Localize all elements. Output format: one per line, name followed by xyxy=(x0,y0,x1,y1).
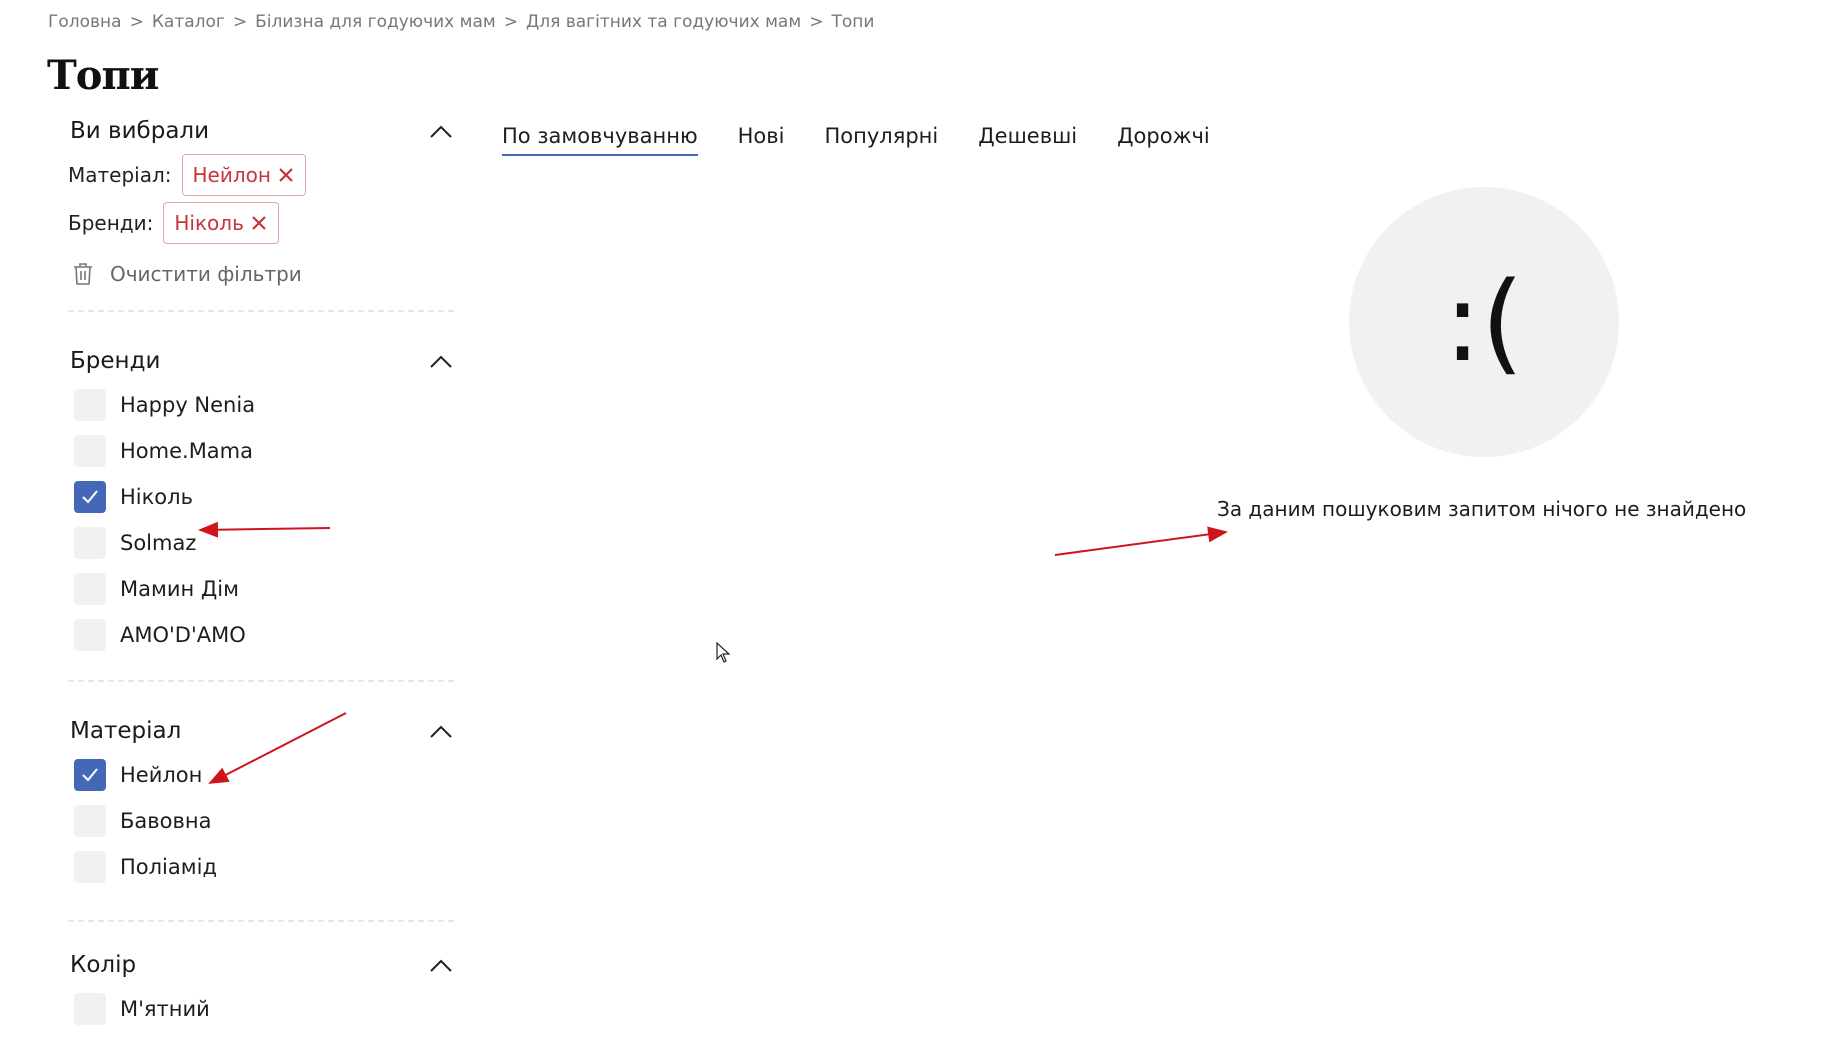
filter-chip-label: Нейлон xyxy=(192,163,271,187)
section-divider xyxy=(68,310,454,312)
tab-sort-default[interactable]: По замовчуванню xyxy=(502,124,698,156)
chevron-up-icon[interactable] xyxy=(428,352,454,372)
checkbox[interactable] xyxy=(74,619,106,651)
checkbox[interactable] xyxy=(74,389,106,421)
brand-option-happy-nenia[interactable]: Happy Nenia xyxy=(68,382,454,428)
page-title: Топи xyxy=(47,52,159,99)
checkbox-label: Мамин Дім xyxy=(120,577,239,601)
brand-option-mamyn-dim[interactable]: Мамин Дім xyxy=(68,566,454,612)
selected-filter-material: Матеріал: Нейлон xyxy=(68,154,454,196)
sad-face: :( xyxy=(1444,258,1524,386)
checkbox-label: Happy Nenia xyxy=(120,393,256,417)
filter-chip-nikol[interactable]: Ніколь xyxy=(163,202,279,244)
chevron-up-icon[interactable] xyxy=(428,722,454,742)
brands-filter-title: Бренди xyxy=(70,348,161,374)
tab-sort-cheaper[interactable]: Дешевші xyxy=(978,124,1077,156)
breadcrumb-separator: > xyxy=(232,12,248,32)
checkbox-label: Нейлон xyxy=(120,763,203,787)
brand-option-solmaz[interactable]: Solmaz xyxy=(68,520,454,566)
checkbox-label: Поліамід xyxy=(120,855,217,879)
checkbox-label: Solmaz xyxy=(120,531,197,555)
color-option-mint[interactable]: М'ятний xyxy=(68,986,454,1032)
breadcrumb-separator: > xyxy=(503,12,518,32)
material-option-polyamide[interactable]: Поліамід xyxy=(68,844,454,890)
section-divider xyxy=(68,920,454,922)
tab-sort-popular[interactable]: Популярні xyxy=(825,124,939,156)
material-option-nylon[interactable]: Нейлон xyxy=(68,752,454,798)
breadcrumb-separator: > xyxy=(129,12,144,32)
tab-sort-expensive[interactable]: Дорожчі xyxy=(1117,124,1210,156)
checkbox-label: Бавовна xyxy=(120,809,212,833)
clear-filters-label: Очистити фільтри xyxy=(110,262,302,286)
brand-option-home-mama[interactable]: Home.Mama xyxy=(68,428,454,474)
chevron-up-icon[interactable] xyxy=(428,122,454,142)
tab-sort-new[interactable]: Нові xyxy=(738,124,785,156)
empty-result-message: За даним пошуковим запитом нічого не зна… xyxy=(1217,497,1747,521)
trash-icon xyxy=(74,263,92,285)
section-divider xyxy=(68,680,454,682)
checkbox[interactable] xyxy=(74,527,106,559)
selected-filter-label: Бренди: xyxy=(68,211,154,235)
annotation-arrow-message xyxy=(1054,526,1228,556)
material-filter-title: Матеріал xyxy=(70,718,182,744)
selected-filter-label: Матеріал: xyxy=(68,163,172,187)
selected-filters-title: Ви вибрали xyxy=(70,118,210,144)
brands-filter-header[interactable]: Бренди xyxy=(68,340,454,380)
breadcrumb-link-pregnant-nursing[interactable]: Для вагітних та годуючих мам xyxy=(526,12,801,32)
breadcrumb-link-catalog[interactable]: Каталог xyxy=(152,12,225,32)
filter-chip-nylon[interactable]: Нейлон xyxy=(181,154,306,196)
mouse-cursor-icon xyxy=(716,642,731,663)
breadcrumb: Головна > Каталог > Білизна для годуючих мам… xyxy=(48,12,874,32)
filter-chip-label: Ніколь xyxy=(174,211,244,235)
checkmark-icon xyxy=(82,490,98,504)
checkbox-checked[interactable] xyxy=(74,481,106,513)
color-filter-title: Колір xyxy=(70,952,137,978)
checkbox-label: Ніколь xyxy=(120,485,193,509)
chevron-up-icon[interactable] xyxy=(428,956,454,976)
breadcrumb-current: Топи xyxy=(831,12,875,32)
filter-sidebar: Ви вибрали Матеріал: Нейлон Бренди: Ніко… xyxy=(68,110,454,1032)
selected-filters-header[interactable]: Ви вибрали xyxy=(68,110,454,150)
close-icon[interactable] xyxy=(277,166,295,184)
material-option-cotton[interactable]: Бавовна xyxy=(68,798,454,844)
breadcrumb-link-nursing-underwear[interactable]: Білизна для годуючих мам xyxy=(255,12,496,32)
checkbox[interactable] xyxy=(74,851,106,883)
close-icon[interactable] xyxy=(250,214,268,232)
empty-result-illustration: :( xyxy=(1349,187,1619,457)
checkbox-label: Home.Mama xyxy=(120,439,254,463)
checkbox[interactable] xyxy=(74,993,106,1025)
checkbox[interactable] xyxy=(74,805,106,837)
checkbox-label: AMO'D'AMO xyxy=(120,623,246,647)
brand-option-nikol[interactable]: Ніколь xyxy=(68,474,454,520)
breadcrumb-link-home[interactable]: Головна xyxy=(48,12,122,32)
checkbox-label: М'ятний xyxy=(120,997,210,1021)
checkbox[interactable] xyxy=(74,435,106,467)
brand-option-amo-d-amo[interactable]: AMO'D'AMO xyxy=(68,612,454,658)
material-filter-header[interactable]: Матеріал xyxy=(68,710,454,750)
selected-filter-brand: Бренди: Ніколь xyxy=(68,202,454,244)
checkbox[interactable] xyxy=(74,573,106,605)
color-filter-header[interactable]: Колір xyxy=(68,944,454,984)
clear-filters-button[interactable]: Очистити фільтри xyxy=(72,262,454,286)
checkmark-icon xyxy=(82,768,98,782)
checkbox-checked[interactable] xyxy=(74,759,106,791)
breadcrumb-separator: > xyxy=(809,12,824,32)
sort-tabs: По замовчуванню Нові Популярні Дешевші Д… xyxy=(502,124,1210,156)
